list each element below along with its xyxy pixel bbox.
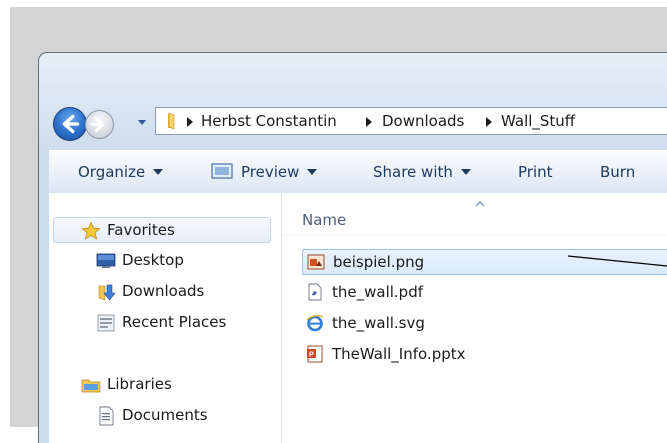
screen-margin-top: [0, 0, 667, 7]
print-button[interactable]: Print: [518, 163, 553, 181]
folder-icon: [168, 112, 175, 130]
share-with-button[interactable]: Share with: [373, 163, 471, 181]
back-button[interactable]: [53, 107, 87, 141]
downloads-folder-icon: [98, 284, 116, 301]
sort-ascending-icon: [475, 201, 485, 207]
preview-button[interactable]: Preview: [241, 163, 318, 181]
explorer-window: Herbst Constantin Downloads Wall_Stuff O…: [38, 52, 667, 443]
preview-icon: [211, 163, 233, 179]
file-row-thewall-info-pptx[interactable]: P TheWall_Info.pptx: [302, 342, 667, 368]
organize-button[interactable]: Organize: [78, 163, 164, 181]
file-row-beispiel-png[interactable]: beispiel.png: [302, 249, 667, 275]
navigation-pane: Favorites Desktop Downloads Recent Place…: [49, 193, 282, 443]
back-arrow-icon: [62, 114, 80, 134]
recent-places-icon: [97, 314, 115, 332]
pdf-document-icon: [308, 283, 322, 301]
recent-pages-dropdown-icon[interactable]: [136, 116, 148, 128]
column-header-name[interactable]: Name: [302, 211, 346, 229]
breadcrumb-arrow-icon[interactable]: [485, 117, 493, 127]
svg-text:P: P: [309, 352, 314, 359]
breadcrumb-arrow-icon[interactable]: [365, 117, 373, 127]
internet-explorer-icon: [306, 315, 324, 332]
png-image-icon: [307, 254, 325, 270]
file-row-the-wall-pdf[interactable]: the_wall.pdf: [302, 280, 667, 306]
burn-button[interactable]: Burn: [600, 163, 635, 181]
column-header-divider: [282, 235, 667, 236]
command-bar: Organize Preview Share with Print Burn: [49, 150, 667, 194]
forward-button[interactable]: [85, 110, 114, 139]
breadcrumb-user[interactable]: Herbst Constantin: [201, 112, 337, 130]
file-list-pane: Name beispiel.png the_wall.pdf the_wall.…: [282, 193, 667, 443]
libraries-icon: [81, 379, 101, 393]
breadcrumb-wall-stuff[interactable]: Wall_Stuff: [501, 112, 575, 130]
desktop-icon: [96, 253, 116, 268]
powerpoint-icon: P: [307, 345, 323, 363]
address-bar[interactable]: Herbst Constantin Downloads Wall_Stuff: [155, 107, 667, 135]
forward-arrow-icon: [91, 117, 105, 132]
breadcrumb-downloads[interactable]: Downloads: [382, 112, 464, 130]
screen-margin-left: [0, 0, 10, 427]
file-row-the-wall-svg[interactable]: the_wall.svg: [302, 311, 667, 337]
documents-icon: [99, 406, 114, 426]
breadcrumb-arrow-icon[interactable]: [186, 117, 194, 127]
star-icon: [81, 221, 101, 240]
